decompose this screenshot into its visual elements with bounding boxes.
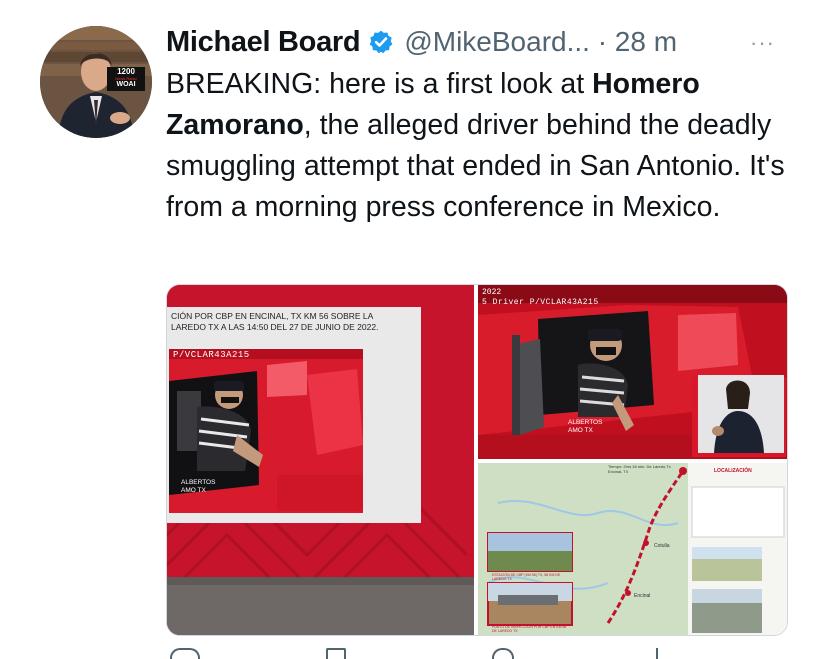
verified-badge-icon [369, 30, 393, 54]
tweet-header: Michael Board @MikeBoard... · 28 m [166, 22, 786, 62]
media-image-3[interactable]: Tiempo: 2hrs 16 min. De Laredo,Tx Encina… [478, 463, 787, 635]
tweet-media-grid: CIÓN POR CBP EN ENCINAL, TX KM 56 SOBRE … [166, 284, 788, 636]
share-icon[interactable] [656, 648, 668, 659]
author-name[interactable]: Michael Board [166, 26, 361, 59]
door-text-line-2: AMO TX [181, 487, 206, 494]
media-image-2[interactable]: 2022 5 Driver P/VCLAR43A215 ALBERTOS AMO… [478, 285, 787, 459]
tweet-text: BREAKING: here is a first look at Homero… [166, 64, 786, 228]
map-caption-b: PUNTO DE INSPECCIÓN POR CBP EN KM 56 DE … [492, 625, 567, 633]
reply-icon[interactable] [170, 648, 200, 659]
driver-photo [478, 285, 787, 459]
door-text: ALBERTOS AMO TX [181, 479, 215, 495]
map-header-text: Tiempo: 2hrs 16 min. De Laredo,Tx Encina… [608, 464, 671, 474]
door-text-2-line-2: AMO TX [568, 427, 593, 434]
tweet-actions-bar [166, 648, 726, 659]
slide-caption-line-2: LAREDO TX A LAS 14:50 DEL 27 DE JUNIO DE… [171, 322, 379, 332]
route-map [478, 463, 787, 635]
camera-plate-overlay: 5 Driver P/VCLAR43A215 [482, 298, 599, 307]
author-avatar[interactable]: 1200 News Radio WOAI [40, 26, 152, 138]
slide-caption: CIÓN POR CBP EN ENCINAL, TX KM 56 SOBRE … [171, 311, 421, 333]
door-text-2-line-1: ALBERTOS [568, 419, 603, 426]
map-town-a: Cotulla [654, 543, 670, 549]
door-text-line-1: ALBERTOS [181, 479, 216, 486]
badge-line-3: WOAI [116, 81, 136, 88]
avatar-station-badge: 1200 News Radio WOAI [107, 67, 145, 91]
map-header-line-2: Encinal, TX [608, 469, 629, 474]
map-location-label: LOCALIZACIÓN [714, 468, 752, 474]
badge-line-1: 1200 [117, 67, 135, 76]
like-icon[interactable] [492, 648, 514, 659]
map-town-b: Encinal [634, 593, 651, 599]
media-image-1[interactable]: CIÓN POR CBP EN ENCINAL, TX KM 56 SOBRE … [167, 285, 474, 635]
more-options-icon[interactable]: ··· [750, 30, 775, 56]
author-handle-and-time[interactable]: @MikeBoard... · 28 m [404, 26, 677, 58]
slide-background [167, 285, 474, 635]
slide-caption-line-1: CIÓN POR CBP EN ENCINAL, TX KM 56 SOBRE … [171, 311, 374, 321]
tweet-text-part1: BREAKING: here is a first look at [166, 68, 593, 100]
door-text-2: ALBERTOS AMO TX [568, 419, 602, 435]
plate-overlay-text: P/VCLAR43A215 [173, 350, 250, 360]
retweet-icon[interactable] [326, 648, 346, 659]
map-caption-a: ESTACIÓN DE CBP (KM 56) TX, 56 KM DE LAR… [492, 573, 561, 581]
camera-year-overlay: 2022 [482, 288, 502, 297]
